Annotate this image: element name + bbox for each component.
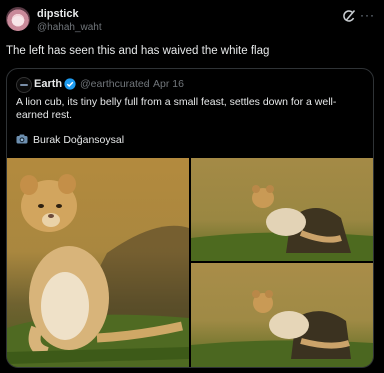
photo-credit: Burak Doğansoysal	[16, 134, 124, 146]
photo-cub-reclining-1[interactable]	[191, 158, 373, 261]
post: dipstick @hahah_waht ··· The left has se…	[0, 0, 384, 373]
verified-icon	[64, 78, 76, 90]
user-handle[interactable]: @hahah_waht	[37, 22, 102, 33]
quoted-text: A lion cub, its tiny belly full from a s…	[16, 96, 337, 121]
quoted-avatar[interactable]	[16, 77, 32, 93]
grok-icon[interactable]	[342, 9, 356, 23]
photo-cub-reclining-2[interactable]	[191, 263, 373, 367]
avatar[interactable]	[6, 7, 30, 31]
more-icon[interactable]: ···	[360, 8, 375, 22]
quoted-date[interactable]: Apr 16	[153, 78, 184, 90]
quoted-handle[interactable]: @earthcurated	[80, 78, 150, 90]
quoted-post[interactable]: Earth @earthcurated · Apr 16 A lion cub,…	[6, 68, 374, 368]
quoted-separator: ·	[145, 78, 149, 90]
photo-credit-name: Burak Doğansoysal	[33, 134, 125, 146]
display-name[interactable]: dipstick	[37, 8, 79, 20]
post-text: The left has seen this and has waived th…	[6, 45, 270, 57]
photo-cub-sitting[interactable]	[7, 158, 189, 367]
quoted-display-name[interactable]: Earth	[34, 78, 62, 90]
camera-icon	[16, 134, 28, 144]
